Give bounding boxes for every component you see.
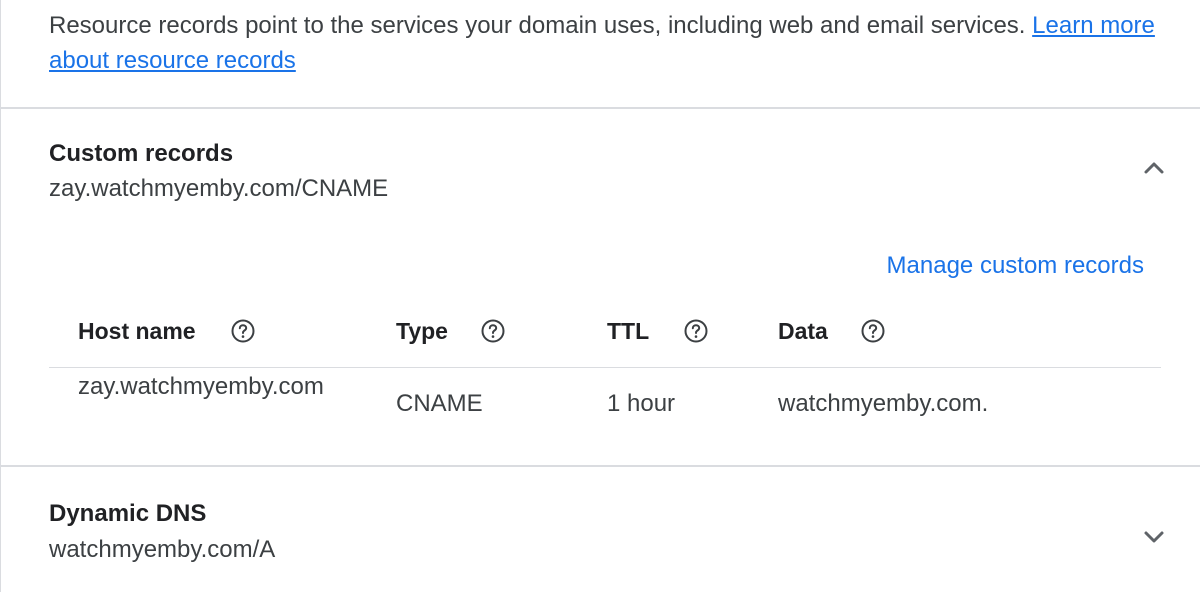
resource-records-description: Resource records point to the services y… <box>49 8 1159 78</box>
dynamic-dns-title: Dynamic DNS <box>49 500 207 527</box>
table-cell-host: zay.watchmyemby.com <box>78 373 324 400</box>
table-header-divider <box>49 367 1161 368</box>
chevron-up-icon[interactable] <box>1139 153 1169 183</box>
column-header-label: TTL <box>607 318 650 344</box>
column-header-host-name: Host name <box>78 316 256 346</box>
column-header-type: Type <box>396 316 506 346</box>
column-header-label: Host name <box>78 318 196 344</box>
help-circle-icon[interactable] <box>683 318 709 344</box>
help-circle-icon[interactable] <box>480 318 506 344</box>
section-divider <box>1 107 1200 109</box>
custom-records-title: Custom records <box>49 140 234 167</box>
column-header-label: Data <box>778 318 828 344</box>
column-header-ttl: TTL <box>607 316 709 346</box>
custom-records-subtitle: zay.watchmyemby.com/CNAME <box>49 175 389 202</box>
dynamic-dns-subtitle: watchmyemby.com/A <box>49 536 276 563</box>
dns-records-panel: Resource records point to the services y… <box>0 0 1200 592</box>
table-cell-type: CNAME <box>396 390 483 417</box>
table-cell-ttl: 1 hour <box>607 390 676 417</box>
chevron-down-icon[interactable] <box>1139 522 1169 552</box>
column-header-label: Type <box>396 318 448 344</box>
table-cell-data: watchmyemby.com. <box>778 390 989 417</box>
help-circle-icon[interactable] <box>230 318 256 344</box>
help-circle-icon[interactable] <box>860 318 886 344</box>
manage-custom-records-link[interactable]: Manage custom records <box>887 251 1144 281</box>
section-divider <box>1 465 1200 467</box>
intro-text: Resource records point to the services y… <box>49 12 1033 39</box>
column-header-data: Data <box>778 316 886 346</box>
